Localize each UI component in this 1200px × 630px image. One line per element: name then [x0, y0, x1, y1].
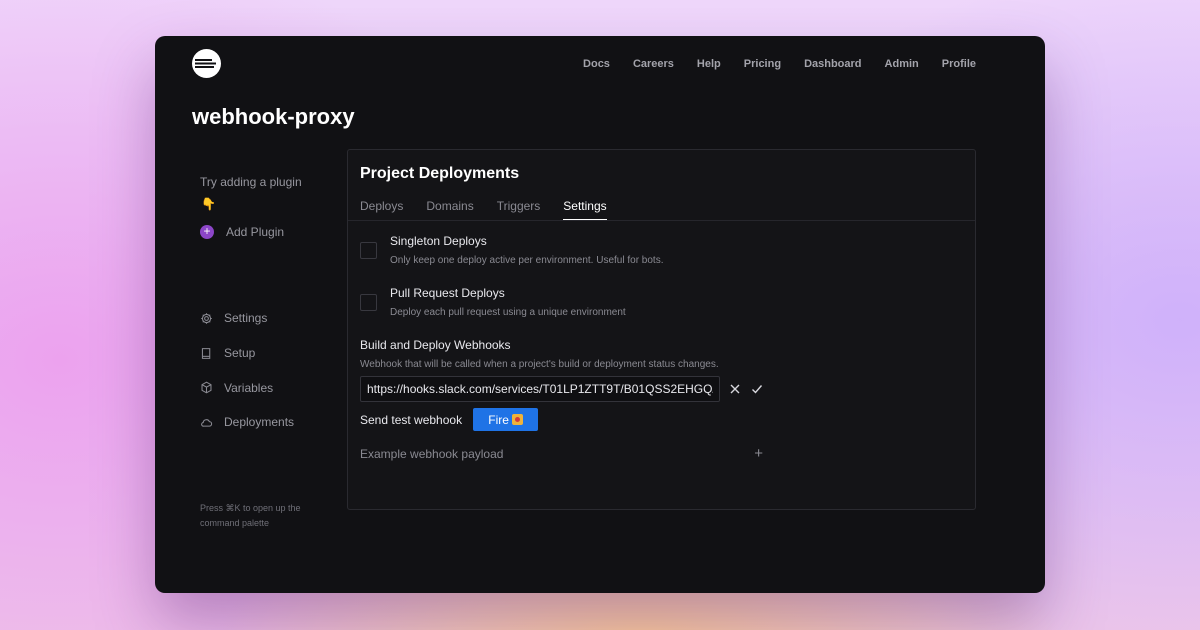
- sidebar-item-label: Setup: [224, 346, 256, 361]
- tab-domains[interactable]: Domains: [426, 199, 473, 220]
- webhook-url-row: [360, 376, 764, 402]
- check-icon: [752, 385, 763, 394]
- sidebar-item-label: Deployments: [224, 415, 295, 430]
- fire-button[interactable]: Fire: [473, 408, 539, 431]
- tab-settings[interactable]: Settings: [563, 199, 607, 220]
- command-palette-hint: Press ⌘K to open up the command palette: [200, 503, 301, 528]
- sidebar-item-variables[interactable]: Variables: [200, 370, 294, 405]
- pr-deploys-option: Pull Request Deploys Deploy each pull re…: [360, 286, 626, 318]
- save-url-button[interactable]: [750, 382, 764, 396]
- sidebar-item-label: Variables: [224, 380, 274, 395]
- nav-docs[interactable]: Docs: [583, 58, 610, 70]
- singleton-deploys-option: Singleton Deploys Only keep one deploy a…: [360, 234, 663, 266]
- webhook-url-input[interactable]: [360, 376, 720, 402]
- project-title: webhook-proxy: [192, 104, 355, 129]
- book-icon: [201, 347, 211, 359]
- tab-deploys[interactable]: Deploys: [360, 199, 403, 220]
- nav-help[interactable]: Help: [697, 58, 721, 70]
- webhooks-description: Webhook that will be called when a proje…: [360, 359, 719, 370]
- webhooks-title: Build and Deploy Webhooks: [360, 338, 511, 352]
- sidebar-item-setup[interactable]: Setup: [200, 336, 294, 371]
- pr-deploys-checkbox[interactable]: [360, 294, 377, 311]
- firework-icon: [511, 414, 523, 425]
- singleton-deploys-checkbox[interactable]: [360, 242, 377, 259]
- nav-dashboard[interactable]: Dashboard: [804, 58, 861, 70]
- example-payload-toggle[interactable]: Example webhook payload +: [360, 445, 763, 462]
- plus-icon: +: [754, 445, 763, 462]
- cube-icon: [201, 381, 212, 394]
- tab-triggers[interactable]: Triggers: [497, 199, 541, 220]
- add-plugin-label: Add Plugin: [226, 225, 285, 239]
- cloud-icon: [201, 419, 213, 427]
- tabs-divider: [348, 220, 975, 221]
- fire-button-label: Fire: [488, 412, 509, 427]
- clear-url-button[interactable]: [728, 382, 742, 396]
- top-nav: Docs Careers Help Pricing Dashboard Admi…: [560, 58, 976, 70]
- plugin-hint: Try adding a plugin: [200, 175, 302, 189]
- panel-tabs: Deploys Domains Triggers Settings: [360, 199, 630, 220]
- panel-title: Project Deployments: [360, 165, 520, 182]
- nav-careers[interactable]: Careers: [633, 58, 674, 70]
- option-title: Singleton Deploys: [390, 234, 487, 248]
- app-window: Docs Careers Help Pricing Dashboard Admi…: [155, 36, 1045, 593]
- option-description: Only keep one deploy active per environm…: [390, 255, 664, 266]
- sidebar-item-settings[interactable]: Settings: [200, 301, 294, 336]
- nav-pricing[interactable]: Pricing: [744, 58, 781, 70]
- sidebar-nav: Settings Setup Variables Deployments: [200, 301, 294, 440]
- plus-circle-icon: +: [200, 225, 214, 239]
- add-plugin-button[interactable]: + Add Plugin: [200, 225, 284, 239]
- webhooks-section: Build and Deploy Webhooks Webhook that w…: [360, 338, 719, 370]
- sidebar-item-label: Settings: [224, 311, 268, 326]
- test-webhook-label: Send test webhook: [360, 412, 463, 427]
- gear-icon: [201, 313, 212, 324]
- deployments-panel: Project Deployments Deploys Domains Trig…: [347, 149, 976, 510]
- logo-icon[interactable]: [192, 49, 221, 78]
- pointing-down-emoji: 👇: [201, 197, 216, 211]
- option-title: Pull Request Deploys: [390, 286, 505, 300]
- test-webhook-row: Send test webhook Fire: [360, 408, 539, 431]
- nav-profile[interactable]: Profile: [942, 58, 976, 70]
- payload-label: Example webhook payload: [360, 446, 504, 461]
- sidebar-item-deployments[interactable]: Deployments: [200, 405, 294, 440]
- option-description: Deploy each pull request using a unique …: [390, 307, 626, 318]
- nav-admin[interactable]: Admin: [885, 58, 919, 70]
- close-icon: [730, 384, 740, 394]
